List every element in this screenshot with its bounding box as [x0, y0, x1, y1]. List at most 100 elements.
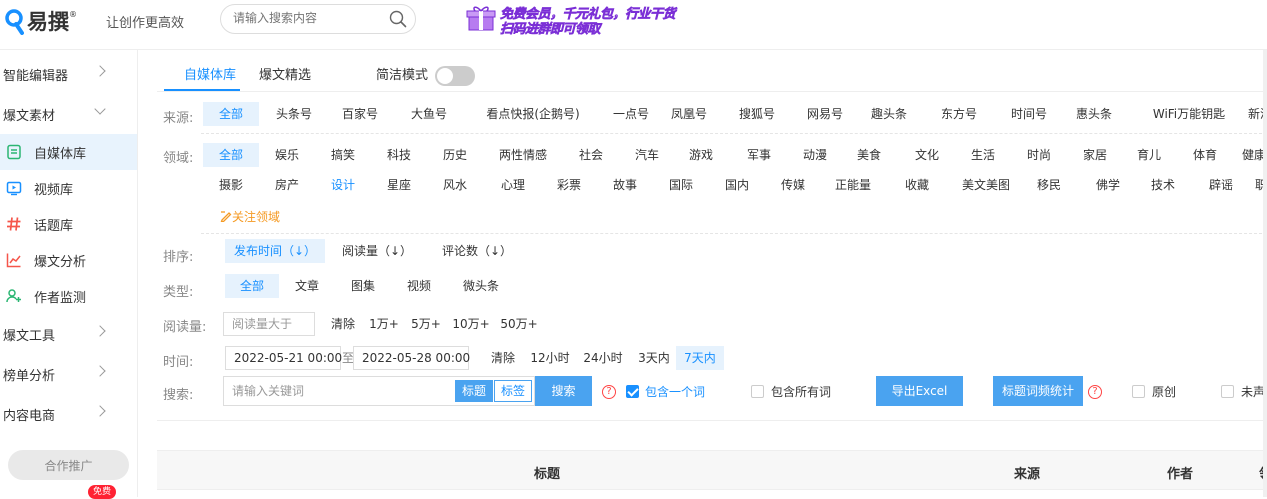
domain-option-4[interactable]: 风水 [437, 173, 473, 197]
source-option-11[interactable]: 时间号 [1003, 102, 1055, 126]
logo[interactable]: 易撰 ® [4, 6, 77, 36]
sidebar-group-ranking[interactable]: 榜单分析 [0, 354, 137, 394]
type-all[interactable]: 全部 [225, 274, 279, 298]
export-excel-button[interactable]: 导出Excel [876, 376, 963, 406]
sidebar-item-topic-library[interactable]: 话题库 [0, 206, 137, 242]
source-option-2[interactable]: 百家号 [333, 102, 387, 126]
source-option-3[interactable]: 大鱼号 [403, 102, 455, 126]
sidebar-item-media-library[interactable]: 自媒体库 [0, 134, 137, 170]
sort-comment-count[interactable]: 评论数（↓） [438, 239, 516, 263]
sort-publish-time[interactable]: 发布时间（↓） [225, 239, 325, 263]
sidebar-group-ecommerce[interactable]: 内容电商 [0, 394, 137, 434]
sidebar-group-editor[interactable]: 智能编辑器 [0, 54, 137, 94]
source-option-9[interactable]: 趣头条 [863, 102, 915, 126]
column-title[interactable]: 标题 [534, 463, 560, 482]
type-micro-headline[interactable]: 微头条 [457, 274, 505, 298]
scope-title-toggle[interactable]: 标题 [455, 380, 494, 402]
domain-option-17[interactable]: 体育 [1185, 143, 1225, 167]
domain-option-13[interactable]: 美文美图 [953, 173, 1019, 197]
reads-clear[interactable]: 清除 [325, 312, 361, 336]
domain-option-0[interactable]: 全部 [203, 143, 259, 167]
domain-option-4[interactable]: 历史 [437, 143, 473, 167]
domain-option-10[interactable]: 传媒 [773, 173, 813, 197]
undeclared-checkbox[interactable] [1221, 385, 1234, 398]
page-scrollbar[interactable] [1263, 50, 1267, 497]
column-author[interactable]: 作者 [1167, 463, 1193, 482]
source-option-7[interactable]: 搜狐号 [733, 102, 781, 126]
domain-option-1[interactable]: 娱乐 [269, 143, 305, 167]
source-option-5[interactable]: 一点号 [609, 102, 653, 126]
help-icon[interactable]: ? [1088, 385, 1102, 399]
source-option-0[interactable]: 全部 [203, 102, 259, 126]
sidebar-item-author-monitor[interactable]: 作者监测 [0, 278, 137, 314]
source-option-12[interactable]: 惠头条 [1069, 102, 1119, 126]
reads-10k[interactable]: 1万+ [367, 312, 401, 336]
domain-option-6[interactable]: 社会 [573, 143, 609, 167]
domain-option-8[interactable]: 国际 [661, 173, 701, 197]
sidebar-item-video-library[interactable]: 视频库 [0, 170, 137, 206]
time-12h[interactable]: 12小时 [527, 346, 573, 370]
original-checkbox[interactable] [1132, 385, 1145, 398]
time-3days[interactable]: 3天内 [633, 346, 675, 370]
domain-option-17[interactable]: 辟谣 [1201, 173, 1241, 197]
domain-option-12[interactable]: 文化 [907, 143, 947, 167]
source-option-13[interactable]: WiFi万能钥匙 [1141, 102, 1237, 126]
time-clear[interactable]: 清除 [485, 346, 521, 370]
sidebar-item-hot-analysis[interactable]: 爆文分析 [0, 242, 137, 278]
column-source[interactable]: 来源 [1014, 463, 1040, 482]
domain-option-12[interactable]: 收藏 [897, 173, 937, 197]
cooperation-promo-button[interactable]: 合作推广 [8, 450, 129, 480]
domain-option-1[interactable]: 房产 [269, 173, 305, 197]
domain-option-9[interactable]: 国内 [717, 173, 757, 197]
promo-banner[interactable]: 免费会员，千元礼包，行业干货 扫码进群即可领取 [462, 2, 692, 37]
search-icon[interactable] [389, 10, 407, 28]
tab-hot-picks[interactable]: 爆文精选 [259, 64, 311, 83]
reads-500k[interactable]: 50万+ [500, 312, 538, 336]
time-to-input[interactable]: 2022-05-28 00:00 [353, 346, 470, 370]
domain-option-5[interactable]: 两性情感 [495, 143, 551, 167]
type-article[interactable]: 文章 [287, 274, 327, 298]
source-option-10[interactable]: 东方号 [935, 102, 983, 126]
source-option-8[interactable]: 网易号 [801, 102, 849, 126]
scope-tag-toggle[interactable]: 标签 [494, 380, 533, 402]
time-24h[interactable]: 24小时 [580, 346, 626, 370]
time-7days[interactable]: 7天内 [676, 346, 724, 370]
sort-read-count[interactable]: 阅读量（↓） [341, 239, 413, 263]
type-video[interactable]: 视频 [399, 274, 439, 298]
search-button[interactable]: 搜索 [535, 376, 592, 406]
domain-option-0[interactable]: 摄影 [213, 173, 249, 197]
tab-media-library[interactable]: 自媒体库 [184, 64, 236, 83]
domain-option-14[interactable]: 时尚 [1019, 143, 1059, 167]
domain-option-8[interactable]: 游戏 [683, 143, 719, 167]
domain-option-15[interactable]: 家居 [1073, 143, 1117, 167]
domain-option-10[interactable]: 动漫 [795, 143, 835, 167]
domain-option-15[interactable]: 佛学 [1089, 173, 1127, 197]
source-option-6[interactable]: 凤凰号 [665, 102, 713, 126]
domain-option-3[interactable]: 星座 [381, 173, 417, 197]
reads-min-input[interactable]: 阅读量大于 [223, 312, 315, 336]
sidebar-group-tools[interactable]: 爆文工具 [0, 314, 137, 354]
title-word-frequency-button[interactable]: 标题词频统计 [993, 376, 1083, 406]
domain-option-16[interactable]: 育儿 [1129, 143, 1169, 167]
time-from-input[interactable]: 2022-05-21 00:00 [225, 346, 342, 370]
domain-option-5[interactable]: 心理 [495, 173, 531, 197]
global-search-input[interactable] [233, 11, 383, 25]
domain-option-14[interactable]: 移民 [1031, 173, 1067, 197]
domain-option-11[interactable]: 美食 [851, 143, 887, 167]
domain-option-16[interactable]: 技术 [1145, 173, 1181, 197]
source-option-4[interactable]: 看点快报(企鹅号) [469, 102, 597, 126]
domain-option-7[interactable]: 汽车 [629, 143, 665, 167]
reads-100k[interactable]: 10万+ [452, 312, 490, 336]
sidebar-group-material[interactable]: 爆文素材 [0, 94, 137, 134]
domain-option-11[interactable]: 正能量 [831, 173, 875, 197]
contains-all-checkbox[interactable] [751, 385, 764, 398]
domain-option-2[interactable]: 设计 [325, 173, 361, 197]
follow-domain-link[interactable]: 关注领域 [220, 208, 280, 225]
domain-option-9[interactable]: 军事 [741, 143, 777, 167]
domain-option-13[interactable]: 生活 [963, 143, 1003, 167]
domain-option-2[interactable]: 搞笑 [325, 143, 361, 167]
domain-option-6[interactable]: 彩票 [549, 173, 589, 197]
contains-one-checkbox[interactable] [626, 385, 639, 398]
type-gallery[interactable]: 图集 [343, 274, 383, 298]
domain-option-3[interactable]: 科技 [381, 143, 417, 167]
